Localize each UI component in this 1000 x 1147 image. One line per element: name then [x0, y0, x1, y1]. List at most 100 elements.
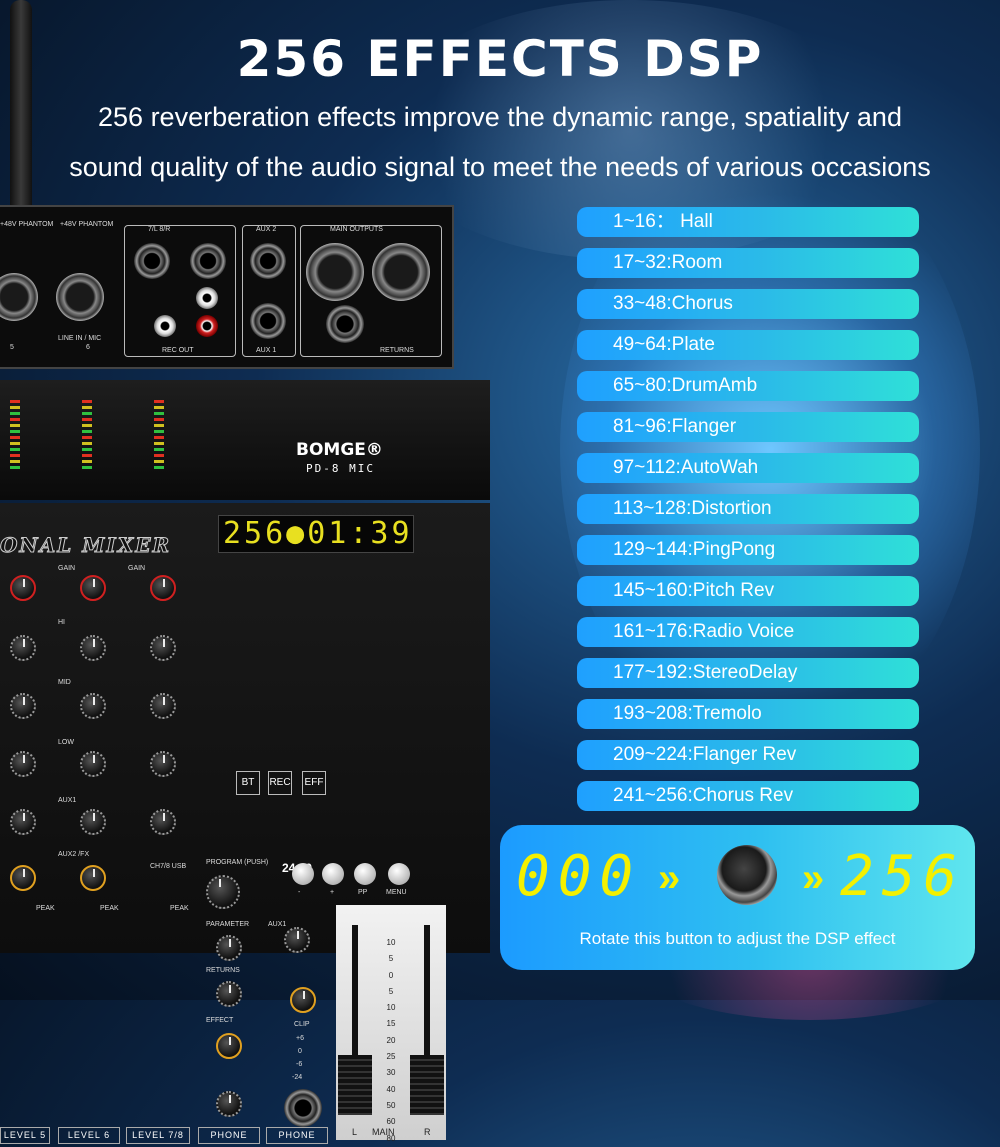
effect-item-flanger: 81~96:Flanger: [577, 412, 919, 442]
low-knob-78[interactable]: [150, 751, 176, 777]
double-chevron-right-icon: »: [658, 856, 681, 900]
effect-item-stereodelay: 177~192:StereoDelay: [577, 658, 919, 688]
returns-knob[interactable]: [216, 981, 242, 1007]
mixer-rear-panel: +48V PHANTOM +48V PHANTOM 5 6 LINE IN / …: [0, 205, 454, 369]
rca-white-bottom[interactable]: [154, 315, 176, 337]
combo-jack-5[interactable]: [0, 273, 38, 321]
minus-button[interactable]: [292, 863, 314, 885]
hi-knob-78[interactable]: [150, 635, 176, 661]
eff-button[interactable]: EFF: [302, 771, 326, 795]
mid-knob-5[interactable]: [10, 693, 36, 719]
hi-label: HI: [58, 619, 65, 626]
mid-knob-6[interactable]: [80, 693, 106, 719]
double-chevron-right-icon-2: »: [802, 856, 825, 900]
rca-red-top[interactable]: [196, 315, 218, 337]
jack-aux2[interactable]: [250, 243, 286, 279]
peak-label-6: PEAK: [100, 905, 119, 912]
bt-button[interactable]: BT: [236, 771, 260, 795]
label-phone-1: PHONE: [198, 1127, 260, 1144]
xlr-main-left[interactable]: [306, 243, 364, 301]
fader-scale-8: 30: [386, 1068, 396, 1078]
aux1-knob-78[interactable]: [150, 809, 176, 835]
effect-item-pingpong: 129~144:PingPong: [577, 535, 919, 565]
dsp-display: 256●01:39: [218, 515, 414, 553]
channel-5-number: 5: [10, 344, 14, 351]
effect-item-drumamb: 65~80:DrumAmb: [577, 371, 919, 401]
effect-item-tremolo: 193~208:Tremolo: [577, 699, 919, 729]
effect-item-flanger-rev: 209~224:Flanger Rev: [577, 740, 919, 770]
combo-jack-6[interactable]: [56, 273, 104, 321]
phantom-label-1: +48V PHANTOM: [0, 221, 54, 228]
dsp-knob-icon[interactable]: [717, 845, 777, 905]
label-phone-2: PHONE: [266, 1127, 328, 1144]
jack-8r[interactable]: [190, 243, 226, 279]
headline: 256 EFFECTS DSP: [236, 30, 764, 88]
vu-scale-1: +6: [296, 1035, 304, 1042]
hi-knob-6[interactable]: [80, 635, 106, 661]
fader-scale-9: 40: [386, 1084, 396, 1094]
jack-7l[interactable]: [134, 243, 170, 279]
fader-right[interactable]: [410, 1055, 444, 1115]
rca-white-top[interactable]: [196, 287, 218, 309]
dsp-callout-panel: 000 » » 256 Rotate this button to adjust…: [500, 825, 975, 970]
subtitle-line-2: sound quality of the audio signal to mee…: [69, 152, 931, 182]
effect-item-room: 17~32:Room: [577, 248, 919, 278]
line-mic-label: LINE IN / MIC: [58, 335, 102, 342]
effect-item-plate: 49~64:Plate: [577, 330, 919, 360]
effect-item-distortion: 113~128:Distortion: [577, 494, 919, 524]
gain-knob-6[interactable]: [80, 575, 106, 601]
effect-item-chorus-rev: 241~256:Chorus Rev: [577, 781, 919, 811]
effect-knob[interactable]: [216, 1033, 242, 1059]
plus-button[interactable]: [322, 863, 344, 885]
low-knob-6[interactable]: [80, 751, 106, 777]
phantom-label-2: +48V PHANTOM: [60, 221, 114, 228]
fader-scale-4: 10: [386, 1003, 396, 1013]
clip-label: CLIP: [294, 1021, 310, 1028]
parameter-knob[interactable]: [216, 935, 242, 961]
pp-button[interactable]: [354, 863, 376, 885]
fader-left[interactable]: [338, 1055, 372, 1115]
label-level-5: LEVEL 5: [0, 1127, 50, 1144]
aux2-knob-6[interactable]: [80, 865, 106, 891]
gain-knob-78[interactable]: [150, 575, 176, 601]
effect-item-radio-voice: 161~176:Radio Voice: [577, 617, 919, 647]
phone-knob[interactable]: [216, 1091, 242, 1117]
mid-knob-78[interactable]: [150, 693, 176, 719]
fader-scale-1: 5: [388, 954, 394, 964]
low-label: LOW: [58, 739, 74, 746]
plus-label: +: [330, 889, 335, 896]
hi-knob-5[interactable]: [10, 635, 36, 661]
gain-label: GAIN: [58, 565, 76, 572]
label-level-78: LEVEL 7/8: [126, 1127, 190, 1144]
program-label: PROGRAM (PUSH): [206, 859, 269, 866]
dsp-caption: Rotate this button to adjust the DSP eff…: [579, 929, 896, 948]
jack-aux1[interactable]: [250, 303, 286, 339]
fader-label-main: MAIN: [372, 1127, 395, 1137]
menu-button[interactable]: [388, 863, 410, 885]
dsp-start-value: 000: [516, 844, 642, 909]
aux2-return-knob[interactable]: [290, 987, 316, 1013]
stereo-rec-section: [124, 225, 236, 357]
gain-knob-5[interactable]: [10, 575, 36, 601]
fader-scale-7: 25: [386, 1052, 396, 1062]
jack-returns[interactable]: [326, 305, 364, 343]
aux1-knob-5[interactable]: [10, 809, 36, 835]
peak-label-5: PEAK: [36, 905, 55, 912]
aux1-return-knob[interactable]: [284, 927, 310, 953]
xlr-main-right[interactable]: [372, 243, 430, 301]
returns-knob-label: RETURNS: [206, 967, 240, 974]
mid-label: MID: [58, 679, 71, 686]
mixer-control-panel: ONAL MIXER GAIN GAIN HI MID LOW AUX1 AUX…: [0, 503, 490, 953]
aux1-knob-6[interactable]: [80, 809, 106, 835]
rec-button[interactable]: REC: [268, 771, 292, 795]
effect-item-chorus: 33~48:Chorus: [577, 289, 919, 319]
low-knob-5[interactable]: [10, 751, 36, 777]
phone-jack[interactable]: [284, 1089, 322, 1127]
dsp-display-text: 256●01:39: [223, 516, 413, 551]
main-outputs-label: MAIN OUTPUTS: [330, 226, 383, 233]
fader-scale-10: 50: [386, 1100, 396, 1110]
fader-scale-2: 0: [388, 970, 394, 980]
program-knob[interactable]: [206, 875, 240, 909]
aux2-knob-5[interactable]: [10, 865, 36, 891]
label-level-6: LEVEL 6: [58, 1127, 120, 1144]
